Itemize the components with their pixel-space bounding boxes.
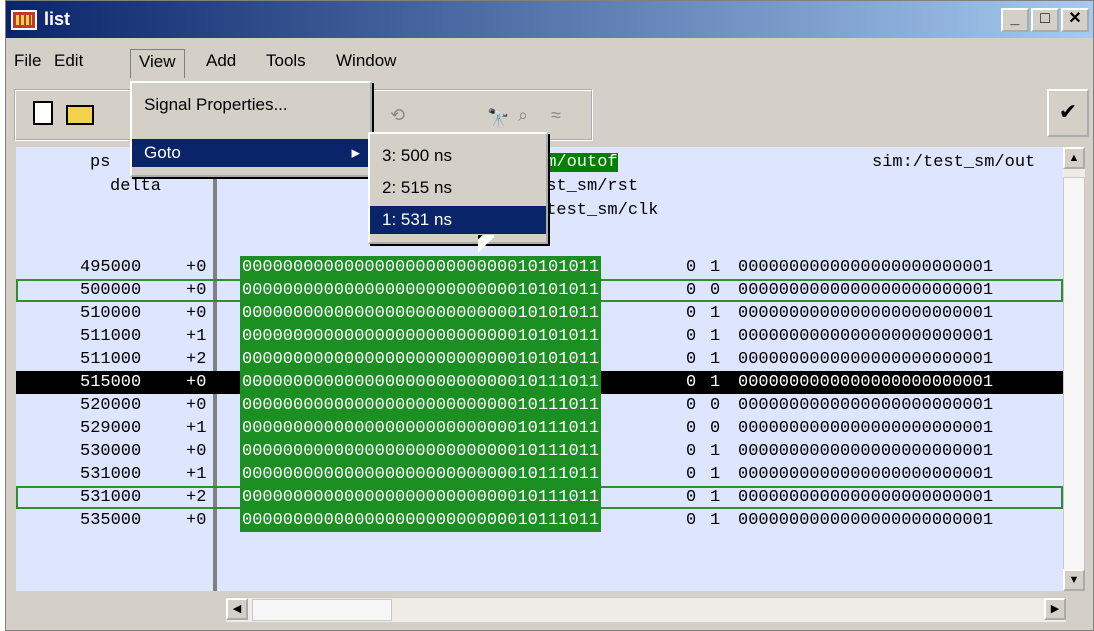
- list-window: list _ □ ✕ File Edit View Add Tools Wind…: [5, 0, 1094, 631]
- goto-item-500ns[interactable]: 3: 500 ns: [370, 142, 546, 170]
- close-button[interactable]: ✕: [1061, 8, 1089, 32]
- scroll-right-button[interactable]: ▶: [1044, 598, 1066, 620]
- menu-window[interactable]: Window: [334, 51, 398, 71]
- scroll-left-button[interactable]: ◀: [226, 598, 248, 620]
- menu-edit[interactable]: Edit: [52, 51, 85, 71]
- maximize-button[interactable]: □: [1031, 8, 1059, 32]
- minimize-button[interactable]: _: [1001, 8, 1029, 32]
- table-row[interactable]: 500000 +0 0000000000000000000000000001010…: [16, 279, 1063, 302]
- table-row[interactable]: 531000 +2 0000000000000000000000000001011…: [16, 486, 1063, 509]
- vertical-scroll-thumb[interactable]: [1063, 177, 1085, 572]
- menu-goto-label: Goto: [144, 143, 181, 162]
- table-row-selected[interactable]: 515000 +0 0000000000000000000000000001011…: [16, 371, 1063, 394]
- table-row[interactable]: 535000 +0 0000000000000000000000000001011…: [16, 509, 1063, 532]
- table-row[interactable]: 495000 +0 0000000000000000000000000001010…: [16, 256, 1063, 279]
- menu-view[interactable]: View: [130, 49, 185, 78]
- refresh-icon[interactable]: ⟲: [390, 105, 418, 133]
- check-tool-icon[interactable]: ✔: [1047, 89, 1089, 137]
- menu-signal-properties[interactable]: Signal Properties...: [132, 91, 370, 119]
- view-menu: Signal Properties... Goto ▸: [130, 81, 372, 177]
- scroll-down-button[interactable]: ▼: [1063, 569, 1085, 591]
- open-folder-icon[interactable]: [66, 105, 94, 125]
- goto-submenu: 3: 500 ns 2: 515 ns 1: 531 ns: [368, 132, 548, 244]
- header-out[interactable]: sim:/test_sm/out: [872, 153, 1035, 172]
- submenu-arrow-icon: ▸: [351, 143, 360, 162]
- menu-goto[interactable]: Goto ▸: [132, 139, 370, 167]
- menu-bar: File Edit View Add Tools Window: [6, 45, 1093, 81]
- app-icon: [11, 10, 37, 30]
- header-outof[interactable]: sm/outof: [536, 153, 618, 172]
- horizontal-scrollbar[interactable]: ◀ ▶: [226, 597, 1066, 622]
- title-bar[interactable]: list _ □ ✕: [6, 1, 1093, 38]
- header-rst[interactable]: est_sm/rst: [536, 177, 638, 196]
- menu-tools[interactable]: Tools: [264, 51, 308, 71]
- table-row[interactable]: 511000 +1 0000000000000000000000000001010…: [16, 325, 1063, 348]
- vertical-scrollbar[interactable]: ▲ ▼: [1063, 147, 1085, 591]
- table-row[interactable]: 529000 +1 0000000000000000000000000001011…: [16, 417, 1063, 440]
- scroll-up-button[interactable]: ▲: [1063, 147, 1085, 169]
- menu-add[interactable]: Add: [204, 51, 238, 71]
- zoom-icon[interactable]: ⌕: [518, 105, 546, 133]
- header-clk[interactable]: /test_sm/clk: [536, 201, 658, 220]
- goto-item-515ns[interactable]: 2: 515 ns: [370, 174, 546, 202]
- table-row[interactable]: 531000 +1 0000000000000000000000000001011…: [16, 463, 1063, 486]
- table-row[interactable]: 511000 +2 0000000000000000000000000001010…: [16, 348, 1063, 371]
- table-row[interactable]: 510000 +0 0000000000000000000000000001010…: [16, 302, 1063, 325]
- menu-file[interactable]: File: [12, 51, 43, 71]
- wave-icon[interactable]: ≈: [551, 105, 579, 133]
- table-row[interactable]: 530000 +0 0000000000000000000000000001011…: [16, 440, 1063, 463]
- new-doc-icon[interactable]: [33, 101, 53, 125]
- goto-item-531ns[interactable]: 1: 531 ns: [370, 206, 546, 234]
- mouse-pointer-icon: [478, 235, 494, 259]
- header-delta: delta: [110, 177, 162, 196]
- window-controls: _ □ ✕: [1001, 8, 1089, 32]
- table-row[interactable]: 520000 +0 0000000000000000000000000001011…: [16, 394, 1063, 417]
- window-title: list: [44, 9, 71, 29]
- horizontal-scroll-thumb[interactable]: [252, 599, 392, 621]
- header-ps: ps: [90, 153, 111, 172]
